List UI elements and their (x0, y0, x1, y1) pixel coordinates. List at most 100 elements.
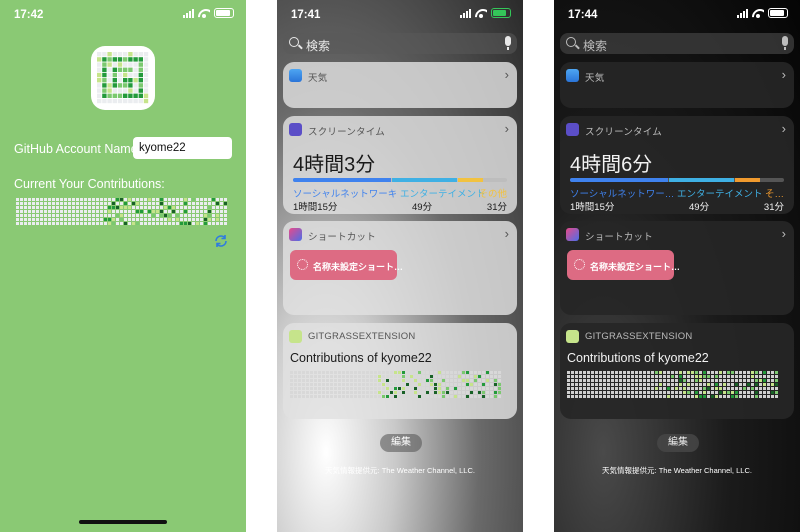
chevron-right-icon[interactable]: › (505, 121, 509, 136)
contribution-cell (144, 210, 147, 213)
contribution-cell (148, 210, 151, 213)
screen-time-widget[interactable]: スクリーンタイム › 4時間6分 ソーシャルネットワー… エンターテイメント そ… … (560, 116, 794, 214)
chevron-right-icon[interactable]: › (782, 226, 786, 241)
search-bar[interactable]: 検索 (560, 33, 794, 54)
contribution-cell (100, 222, 103, 225)
contribution-cell (623, 379, 626, 382)
contribution-cell (727, 379, 730, 382)
contribution-cell (168, 210, 171, 213)
contribution-cell (587, 371, 590, 374)
contribution-cell (104, 198, 107, 201)
contribution-cell (755, 391, 758, 394)
logo-cell (138, 98, 143, 104)
contribution-cell (184, 222, 187, 225)
logo-cell (138, 83, 143, 88)
contribution-cell (306, 395, 309, 398)
chevron-right-icon[interactable]: › (782, 121, 786, 136)
search-bar[interactable]: 検索 (283, 33, 517, 54)
contribution-cell (322, 371, 325, 374)
contribution-cell (434, 375, 437, 378)
contribution-cell (775, 383, 778, 386)
category-label: エンターテイメント (400, 189, 486, 199)
status-bar: 17:41 (277, 0, 523, 28)
shortcut-button[interactable]: 名称未設定ショート… (290, 250, 403, 280)
shortcut-button[interactable]: 名称未設定ショート… (567, 250, 680, 280)
chevron-right-icon[interactable]: › (505, 226, 509, 241)
contribution-cell (152, 202, 155, 205)
contribution-cell (72, 214, 75, 217)
status-time: 17:42 (14, 9, 44, 21)
widget-title: 天気 (308, 73, 328, 84)
contribution-cell (156, 214, 159, 217)
weather-widget[interactable]: 天気 › (560, 62, 794, 108)
contribution-cell (56, 218, 59, 221)
contribution-cell (80, 222, 83, 225)
contribution-cell (751, 391, 754, 394)
contribution-cell (478, 391, 481, 394)
contribution-cell (326, 379, 329, 382)
contribution-cell (627, 387, 630, 390)
contribution-cell (446, 391, 449, 394)
contribution-cell (466, 375, 469, 378)
contribution-cell (378, 395, 381, 398)
weather-widget[interactable]: 天気 › (283, 62, 517, 108)
contribution-cell (88, 218, 91, 221)
home-indicator[interactable] (79, 520, 167, 524)
refresh-icon[interactable] (213, 233, 229, 249)
contribution-cell (64, 202, 67, 205)
contribution-cell (302, 387, 305, 390)
contribution-cell (599, 375, 602, 378)
contribution-cell (675, 379, 678, 382)
contribution-cell (711, 379, 714, 382)
logo-cell (97, 52, 102, 57)
contribution-cell (64, 218, 67, 221)
contribution-cell (707, 395, 710, 398)
contribution-cell (655, 395, 658, 398)
contribution-cell (290, 379, 293, 382)
contribution-cell (168, 198, 171, 201)
contribution-cell (611, 375, 614, 378)
contribution-cell (124, 222, 127, 225)
contribution-cell (735, 379, 738, 382)
contribution-cell (763, 383, 766, 386)
mic-icon[interactable] (782, 36, 788, 50)
contribution-cell (120, 202, 123, 205)
contribution-cell (583, 371, 586, 374)
contribution-cell (426, 387, 429, 390)
contribution-cell (366, 371, 369, 374)
gitgrass-widget[interactable]: GITGRASSEXTENSION Contributions of kyome… (283, 323, 517, 419)
contribution-cell (567, 371, 570, 374)
contribution-cell (414, 383, 417, 386)
logo-cell (123, 93, 128, 98)
contribution-cell (703, 375, 706, 378)
contribution-cell (132, 222, 135, 225)
contribution-cell (330, 387, 333, 390)
contribution-cell (116, 218, 119, 221)
mic-icon[interactable] (505, 36, 511, 50)
contribution-cell (306, 371, 309, 374)
shortcuts-widget[interactable]: ショートカット › 名称未設定ショート… (283, 221, 517, 315)
contribution-cell (667, 383, 670, 386)
contribution-cell (691, 379, 694, 382)
contribution-cell (418, 391, 421, 394)
contribution-cell (715, 383, 718, 386)
gitgrass-widget[interactable]: GITGRASSEXTENSION Contributions of kyome… (560, 323, 794, 419)
contribution-cell (104, 206, 107, 209)
chevron-right-icon[interactable]: › (782, 67, 786, 82)
contribution-cell (426, 375, 429, 378)
contribution-cell (196, 218, 199, 221)
contribution-cell (478, 371, 481, 374)
contribution-cell (490, 387, 493, 390)
contribution-cell (124, 198, 127, 201)
contribution-cell (394, 371, 397, 374)
edit-button[interactable]: 編集 (380, 434, 422, 452)
contribution-cell (398, 383, 401, 386)
contribution-cell (434, 395, 437, 398)
contribution-cell (152, 198, 155, 201)
account-name-input[interactable] (133, 137, 232, 159)
contribution-cell (160, 198, 163, 201)
edit-button[interactable]: 編集 (657, 434, 699, 452)
chevron-right-icon[interactable]: › (505, 67, 509, 82)
screen-time-widget[interactable]: スクリーンタイム › 4時間3分 ソーシャルネットワーキングエンターテイメントそ… (283, 116, 517, 214)
shortcuts-widget[interactable]: ショートカット › 名称未設定ショート… (560, 221, 794, 315)
